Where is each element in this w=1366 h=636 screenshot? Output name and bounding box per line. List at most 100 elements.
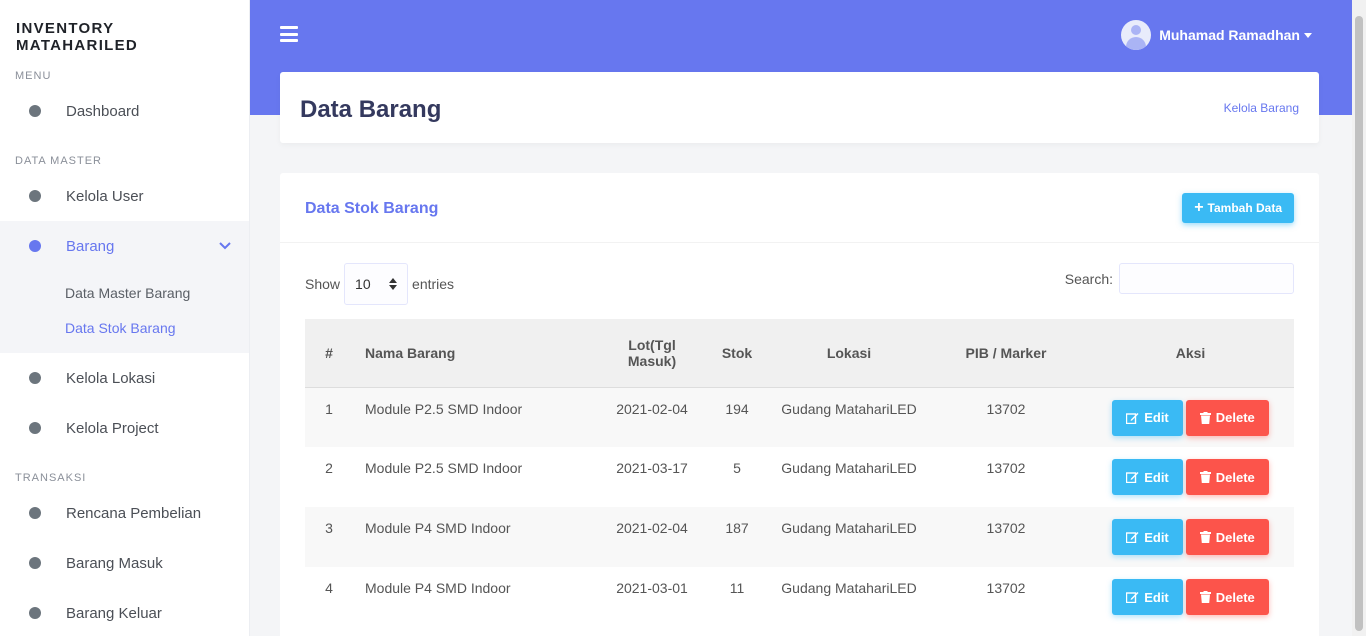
trash-icon <box>1199 531 1211 543</box>
scrollbar-thumb[interactable] <box>1355 16 1363 631</box>
delete-label: Delete <box>1215 529 1255 545</box>
stock-table: # Nama Barang Lot(Tgl Masuk) Stok Lokasi… <box>305 319 1294 627</box>
sidebar-item-label: Barang <box>66 237 115 255</box>
cell-stok: 5 <box>733 460 741 476</box>
column-header-stok[interactable]: Stok <box>701 319 773 388</box>
cell-nama-barang: Module P2.5 SMD Indoor <box>365 460 523 476</box>
sidebar-item-label: Rencana Pembelian <box>66 504 202 522</box>
cell-lot: 2021-03-01 <box>616 580 688 596</box>
page-title: Data Barang <box>300 96 442 123</box>
column-header-no[interactable]: # <box>305 319 353 388</box>
delete-button[interactable]: Delete <box>1185 399 1269 436</box>
section-menu: MENU <box>15 70 52 82</box>
trash-icon <box>1199 591 1211 603</box>
card-title: Data Stok Barang <box>305 200 439 217</box>
edit-button[interactable]: Edit <box>1112 519 1183 555</box>
cell-lokasi: Gudang MatahariLED <box>781 460 917 476</box>
bullet-icon <box>29 607 41 619</box>
edit-button[interactable]: Edit <box>1112 459 1183 495</box>
edit-label: Edit <box>1144 410 1169 425</box>
delete-button[interactable]: Delete <box>1185 459 1269 495</box>
sidebar-item-label: Kelola Project <box>66 419 159 437</box>
add-data-button[interactable]: + Tambah Data <box>1182 193 1294 223</box>
search-label: Search: <box>1064 270 1113 287</box>
cell-nama-barang: Module P4 SMD Indoor <box>365 580 511 596</box>
table-row: 2 Module P2.5 SMD Indoor 2021-03-17 5 Gudang… <box>305 447 1294 507</box>
page-scrollbar[interactable] <box>1352 0 1366 636</box>
bullet-icon <box>29 240 41 252</box>
sidebar: INVENTORY MATAHARILED MENU Dashboard DAT… <box>0 0 250 636</box>
delete-button[interactable]: Delete <box>1185 579 1269 615</box>
sidebar-item-label: Barang Keluar <box>66 604 162 622</box>
hamburger-menu-icon[interactable] <box>280 26 298 42</box>
delete-button[interactable]: Delete <box>1185 519 1269 555</box>
cell-pib-marker: 13702 <box>986 520 1026 536</box>
table-row: 3 Module P4 SMD Indoor 2021-02-04 187 Gudang… <box>305 507 1294 567</box>
brand-logo-text[interactable]: INVENTORY MATAHARILED <box>0 0 249 56</box>
cell-aksi: Edit Delete <box>1087 567 1294 627</box>
sidebar-item-kelola-user[interactable]: Kelola User <box>0 171 249 221</box>
cell-lokasi: Gudang MatahariLED <box>781 580 917 596</box>
submenu-item-data-stok-barang[interactable]: Data Stok Barang <box>0 310 249 345</box>
sidebar-item-rencana-pembelian[interactable]: Rencana Pembelian <box>0 488 249 538</box>
cell-nama-barang: Module P4 SMD Indoor <box>365 520 511 536</box>
edit-label: Edit <box>1144 589 1169 605</box>
sidebar-item-label: Kelola Lokasi <box>66 369 156 387</box>
caret-down-icon <box>1304 32 1312 38</box>
sidebar-item-label: Barang Masuk <box>66 554 163 572</box>
user-menu[interactable]: Muhamad Ramadhan <box>1121 20 1312 50</box>
edit-button[interactable]: Edit <box>1112 579 1183 615</box>
sidebar-item-kelola-lokasi[interactable]: Kelola Lokasi <box>0 353 249 403</box>
sidebar-item-dashboard[interactable]: Dashboard <box>0 86 249 136</box>
cell-lot: 2021-02-04 <box>616 400 688 417</box>
cell-lokasi: Gudang MatahariLED <box>781 400 917 417</box>
entries-label: entries <box>412 276 455 292</box>
page-header: Data Barang Kelola Barang <box>280 72 1319 143</box>
bullet-icon <box>29 507 41 519</box>
bullet-icon <box>29 422 41 434</box>
data-card: Data Stok Barang + Tambah Data Show 10 e… <box>280 173 1319 636</box>
cell-nama-barang: Module P2.5 SMD Indoor <box>365 400 523 417</box>
edit-button[interactable]: Edit <box>1112 399 1183 436</box>
bullet-icon <box>29 190 41 202</box>
column-header-nama-barang[interactable]: Nama Barang <box>353 319 603 388</box>
sidebar-item-barang-masuk[interactable]: Barang Masuk <box>0 538 249 588</box>
table-row: 4 Module P4 SMD Indoor 2021-03-01 11 Gudang … <box>305 567 1294 627</box>
cell-pib-marker: 13702 <box>986 460 1026 476</box>
delete-label: Delete <box>1215 469 1255 485</box>
breadcrumb[interactable]: Kelola Barang <box>1224 101 1299 115</box>
sidebar-item-barang-keluar[interactable]: Barang Keluar <box>0 588 249 636</box>
column-header-lot[interactable]: Lot(Tgl Masuk) <box>603 319 701 388</box>
sidebar-item-kelola-project[interactable]: Kelola Project <box>0 403 249 453</box>
sidebar-item-barang[interactable]: Barang <box>0 221 249 271</box>
plus-icon: + <box>1194 199 1204 216</box>
card-header: Data Stok Barang + Tambah Data <box>280 173 1319 243</box>
cell-aksi: Edit Delete <box>1087 447 1294 507</box>
cell-stok: 187 <box>725 520 749 536</box>
cell-pib-marker: 13702 <box>986 400 1026 417</box>
entries-select[interactable]: 10 <box>344 263 409 305</box>
column-header-aksi: Aksi <box>1087 319 1294 388</box>
edit-label: Edit <box>1144 469 1169 485</box>
delete-label: Delete <box>1215 589 1255 605</box>
section-transaksi: TRANSAKSI <box>15 472 87 484</box>
submenu-item-data-master-barang[interactable]: Data Master Barang <box>0 275 249 310</box>
cell-pib-marker: 13702 <box>986 580 1026 596</box>
sidebar-item-label: Kelola User <box>66 187 144 205</box>
trash-icon <box>1199 411 1211 424</box>
trash-icon <box>1199 471 1211 483</box>
cell-lot: 2021-02-04 <box>616 520 688 536</box>
sidebar-item-label: Dashboard <box>66 102 140 120</box>
avatar <box>1121 20 1152 50</box>
column-header-lokasi[interactable]: Lokasi <box>773 319 925 388</box>
search-control: Search: <box>1065 263 1294 294</box>
edit-icon <box>1126 412 1139 424</box>
entries-value: 10 <box>355 276 371 292</box>
cell-lot: 2021-03-17 <box>616 460 688 476</box>
table-row: 1 Module P2.5 SMD Indoor 2021-02-04 194 Guda… <box>305 387 1294 447</box>
column-header-pib-marker[interactable]: PIB / Marker <box>925 319 1087 388</box>
search-input[interactable] <box>1119 263 1294 294</box>
show-label: Show <box>305 276 341 292</box>
edit-icon <box>1126 592 1139 603</box>
user-name: Muhamad Ramadhan <box>1159 27 1300 43</box>
